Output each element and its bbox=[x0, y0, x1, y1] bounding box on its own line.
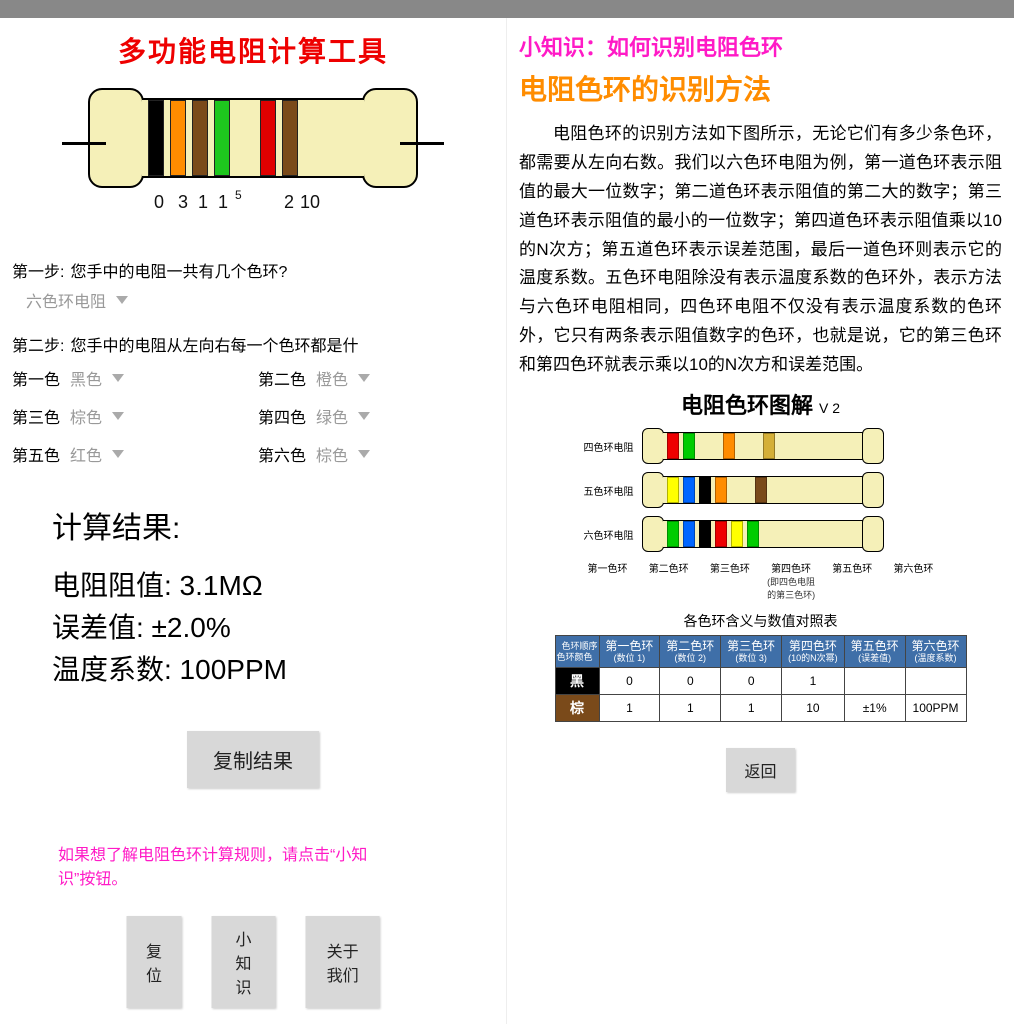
tips-body-text: 电阻色环的识别方法如下图所示，无论它们有多少条色环，都需要从左向右数。我们以六色… bbox=[519, 120, 1002, 380]
lead-left bbox=[62, 142, 106, 145]
chevron-down-icon bbox=[358, 412, 370, 420]
diagram-row-4-label: 四色环电阻 bbox=[576, 439, 634, 454]
color-4-label: 第四色 bbox=[258, 404, 306, 428]
color-4-select[interactable]: 绿色 bbox=[316, 404, 436, 428]
color-6-select[interactable]: 棕色 bbox=[316, 442, 436, 466]
resistor-type-value: 六色环电阻 bbox=[26, 288, 106, 312]
result-tempco: 温度系数: 100PPM bbox=[52, 649, 494, 691]
chevron-down-icon bbox=[112, 450, 124, 458]
reset-button[interactable]: 复位 bbox=[127, 916, 182, 1008]
step-2-row: 第二步: 您手中的电阻从左向右每一个色环都是什 bbox=[12, 332, 494, 356]
table-row: 黑 0 0 0 1 bbox=[555, 668, 966, 695]
endcap-left bbox=[88, 88, 144, 188]
color-2-select[interactable]: 橙色 bbox=[316, 366, 436, 390]
bottom-toolbar: 复位 小知识 关于我们 bbox=[127, 916, 380, 1008]
copy-result-button[interactable]: 复制结果 bbox=[187, 731, 319, 788]
th-1: 第一色环(数位 1) bbox=[599, 636, 660, 668]
result-title: 计算结果: bbox=[52, 506, 494, 551]
diagram-pointer-labels: 第一色环 第二色环 第三色环 第四色环 (即四色电阻 的第三色环) 第五色环 第… bbox=[576, 560, 946, 601]
mini-resistor-5 bbox=[642, 472, 884, 508]
th-6: 第六色环(温度系数) bbox=[905, 636, 966, 668]
app-root: 多功能电阻计算工具 0 3 1 1 bbox=[0, 18, 1014, 1024]
result-tolerance: 误差值: ±2.0% bbox=[52, 607, 494, 649]
color-2-label: 第二色 bbox=[258, 366, 306, 390]
color-1-label: 第一色 bbox=[12, 366, 60, 390]
color-5-label: 第五色 bbox=[12, 442, 60, 466]
tips-heading: 小知识：如何识别电阻色环 bbox=[519, 30, 1002, 62]
resistor-graphic: 0 3 1 1 5 2 10 bbox=[88, 88, 418, 214]
chevron-down-icon bbox=[112, 374, 124, 382]
color-3-select[interactable]: 棕色 bbox=[70, 404, 190, 428]
color-1-select[interactable]: 黑色 bbox=[70, 366, 190, 390]
left-pane: 多功能电阻计算工具 0 3 1 1 bbox=[0, 18, 507, 1024]
band-6 bbox=[282, 100, 298, 176]
color-picker-grid: 第一色 黑色 第二色 橙色 第三色 棕色 第四色 绿色 第五色 红色 第六色 棕… bbox=[12, 366, 494, 466]
th-5: 第五色环(误差值) bbox=[844, 636, 905, 668]
step-1-text: 您手中的电阻一共有几个色环? bbox=[70, 258, 494, 282]
band-5 bbox=[260, 100, 276, 176]
table-caption: 各色环含义与数值对照表 bbox=[519, 611, 1002, 631]
diagram-title: 电阻色环图解V 2 bbox=[519, 388, 1002, 420]
chevron-down-icon bbox=[358, 374, 370, 382]
band-2 bbox=[170, 100, 186, 176]
app-title: 多功能电阻计算工具 bbox=[12, 30, 494, 70]
tips-subheading: 电阻色环的识别方法 bbox=[519, 68, 1002, 108]
step-1-label: 第一步: bbox=[12, 258, 64, 282]
band-value-labels: 0 3 1 1 5 2 10 bbox=[88, 192, 418, 214]
th-3: 第三色环(数位 3) bbox=[721, 636, 782, 668]
th-2: 第二色环(数位 2) bbox=[660, 636, 721, 668]
lead-right bbox=[400, 142, 444, 145]
hint-text: 如果想了解电阻色环计算规则，请点击“小知识”按钮。 bbox=[58, 844, 398, 892]
band-3 bbox=[192, 100, 208, 176]
mini-resistor-4 bbox=[642, 428, 884, 464]
color-6-label: 第六色 bbox=[258, 442, 306, 466]
chevron-down-icon bbox=[358, 450, 370, 458]
step-2-text: 您手中的电阻从左向右每一个色环都是什 bbox=[70, 332, 494, 356]
tips-button[interactable]: 小知识 bbox=[211, 916, 275, 1008]
resistor-type-select[interactable]: 六色环电阻 bbox=[26, 288, 128, 312]
diagram-row-6-label: 六色环电阻 bbox=[576, 527, 634, 542]
diagram-row-5-label: 五色环电阻 bbox=[576, 483, 634, 498]
color-5-select[interactable]: 红色 bbox=[70, 442, 190, 466]
result-block: 计算结果: 电阻阻值: 3.1MΩ 误差值: ±2.0% 温度系数: 100PP… bbox=[52, 506, 494, 691]
chevron-down-icon bbox=[116, 296, 128, 304]
about-button[interactable]: 关于我们 bbox=[306, 916, 380, 1008]
color-ring-diagram: 四色环电阻 五色环电阻 六色环电阻 bbox=[576, 428, 946, 601]
th-4: 第四色环(10的N次幂) bbox=[782, 636, 845, 668]
color-value-table: 色环顺序 色环颜色 第一色环(数位 1) 第二色环(数位 2) 第三色环(数位 … bbox=[555, 635, 967, 722]
step-1-row: 第一步: 您手中的电阻一共有几个色环? bbox=[12, 258, 494, 282]
table-corner: 色环顺序 色环颜色 bbox=[555, 636, 599, 668]
mini-resistor-6 bbox=[642, 516, 884, 552]
status-bar bbox=[0, 0, 1014, 18]
right-pane: 小知识：如何识别电阻色环 电阻色环的识别方法 电阻色环的识别方法如下图所示，无论… bbox=[507, 18, 1014, 1024]
table-row: 棕 1 1 1 10 ±1% 100PPM bbox=[555, 695, 966, 722]
chevron-down-icon bbox=[112, 412, 124, 420]
band-4 bbox=[214, 100, 230, 176]
result-value: 电阻阻值: 3.1MΩ bbox=[52, 565, 494, 607]
band-1 bbox=[148, 100, 164, 176]
color-3-label: 第三色 bbox=[12, 404, 60, 428]
back-button[interactable]: 返回 bbox=[726, 748, 794, 792]
step-2-label: 第二步: bbox=[12, 332, 64, 356]
endcap-right bbox=[362, 88, 418, 188]
